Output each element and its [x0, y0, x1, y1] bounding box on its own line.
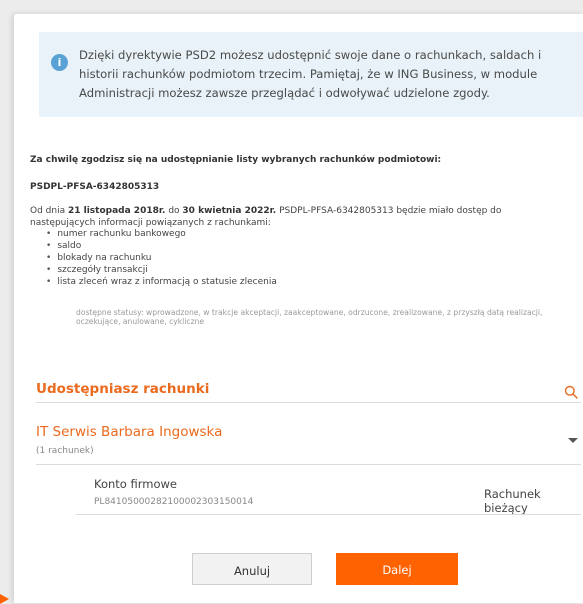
list-item: numer rachunku bankowego [46, 228, 277, 240]
cancel-button[interactable]: Anuluj [192, 553, 312, 585]
account-number: PL84105000282100002303150014 [94, 497, 254, 507]
info-banner: i Dzięki dyrektywie PSD2 możesz udostępn… [39, 32, 583, 117]
section-title: Udostępniasz rachunki [36, 381, 210, 397]
shared-info-list: numer rachunku bankowego saldo blokady n… [46, 228, 277, 288]
consent-dialog: i Dzięki dyrektywie PSD2 możesz udostępn… [14, 14, 583, 603]
info-icon: i [51, 54, 68, 71]
owner-name: IT Serwis Barbara Ingowska [36, 424, 223, 440]
owner-divider [36, 464, 581, 465]
account-name: Konto firmowe [94, 477, 177, 491]
section-divider [36, 402, 581, 403]
account-count: (1 rachunek) [36, 446, 94, 456]
list-item: szczegóły transakcji [46, 264, 277, 276]
consent-description: Od dnia 21 listopada 2018r. do 30 kwietn… [30, 205, 555, 229]
list-item: blokady na rachunku [46, 252, 277, 264]
desc-mid: do [168, 206, 180, 216]
consent-intro: Za chwilę zgodzisz się na udostępnianie … [30, 155, 442, 165]
account-type: Rachunek bieżący [484, 487, 541, 515]
account-divider [76, 514, 581, 515]
info-banner-text: Dzięki dyrektywie PSD2 możesz udostępnić… [79, 48, 542, 100]
list-item: saldo [46, 240, 277, 252]
third-party-id: PSDPL-PFSA-6342805313 [30, 182, 160, 192]
available-statuses: dostępne statusy: wprowadzone, w trakcje… [76, 308, 543, 326]
date-from: 21 listopada 2018r. [67, 206, 166, 216]
list-item: lista zleceń wraz z informacją o statusi… [46, 276, 277, 288]
search-icon[interactable] [564, 385, 578, 399]
desc-prefix: Od dnia [30, 206, 66, 216]
date-to: 30 kwietnia 2022r. [182, 206, 277, 216]
chevron-down-icon[interactable] [568, 438, 578, 443]
next-button[interactable]: Dalej [336, 553, 458, 585]
